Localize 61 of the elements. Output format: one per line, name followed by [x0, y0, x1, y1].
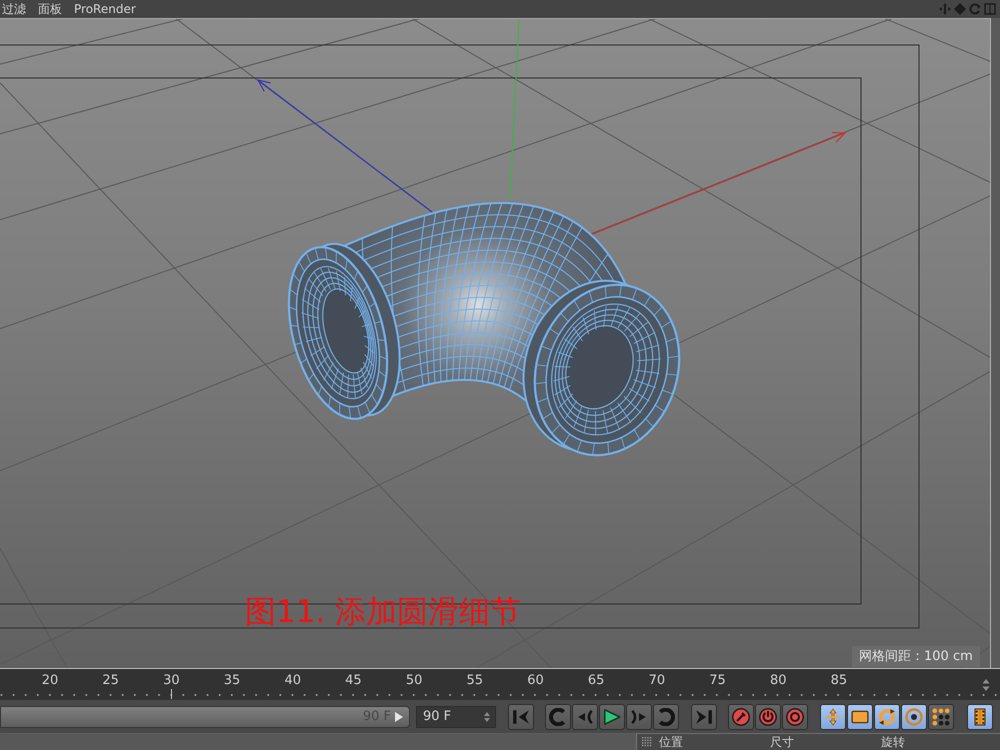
scale-key-toggle[interactable] [847, 704, 873, 730]
play-button[interactable] [599, 704, 625, 730]
frame-number: 55 [466, 673, 484, 689]
figure-caption: 图11. 添加圆滑细节 [245, 594, 522, 630]
frame-number: 30 [163, 673, 180, 689]
previous-key-button[interactable] [545, 704, 571, 730]
menu-item[interactable]: ProRender [74, 1, 136, 17]
target-icon [786, 708, 804, 726]
frame-number: 75 [709, 673, 726, 689]
go-to-end-button[interactable] [691, 704, 717, 730]
next-frame-button[interactable] [626, 704, 652, 730]
power-icon [759, 708, 777, 726]
next-key-button[interactable] [653, 704, 679, 730]
column-header: 尺寸 [770, 734, 795, 750]
frame-number: 60 [527, 673, 544, 689]
dots-grid-icon[interactable] [642, 737, 652, 747]
step-forward-icon [630, 708, 648, 726]
parameter-key-toggle[interactable] [901, 704, 927, 730]
frame-number: 70 [648, 673, 666, 689]
spinner-arrows-icon[interactable] [982, 678, 990, 690]
playhead-line[interactable] [170, 689, 172, 699]
3d-viewport[interactable]: 图11. 添加圆滑细节 网格间距：100 cm [0, 18, 990, 668]
next-key-icon [657, 708, 675, 726]
dots-grid-icon [932, 708, 950, 726]
frame-number: 35 [224, 673, 240, 689]
frame-number: 85 [830, 673, 848, 689]
skip-end-icon [695, 708, 713, 726]
previous-key-icon [549, 708, 567, 726]
grid-spacing-label: 网格间距：100 cm [852, 646, 980, 667]
key-icon [732, 708, 750, 726]
rotate-icon [878, 708, 896, 726]
go-to-start-button[interactable] [508, 704, 534, 730]
step-back-icon [576, 708, 594, 726]
keyframe-selection-button[interactable] [782, 704, 808, 730]
column-header: 位置 [659, 734, 684, 750]
end-frame-field[interactable]: 90 F [416, 706, 496, 728]
frame-number: 80 [770, 673, 786, 689]
point-level-toggle[interactable] [928, 704, 954, 730]
column-header: 旋转 [881, 734, 906, 750]
record-key-button[interactable] [728, 704, 754, 730]
menu-item[interactable]: 过滤 [2, 1, 26, 17]
rotate-key-toggle[interactable] [874, 704, 900, 730]
timeline-view-button[interactable] [967, 704, 993, 730]
ring-dot-icon [905, 708, 923, 726]
frame-number: 40 [284, 673, 301, 689]
timeline-ruler[interactable]: 20 25 30 35 40 45 50 55 60 65 70 75 80 85 [0, 668, 1000, 700]
frame-number: 20 [42, 673, 58, 689]
frame-number: 65 [588, 673, 604, 689]
autokey-button[interactable] [755, 704, 781, 730]
spinner-arrows-icon[interactable] [483, 712, 491, 722]
frame-number: 25 [102, 673, 119, 689]
move-arrows-icon [824, 708, 842, 726]
move-key-toggle[interactable] [820, 704, 846, 730]
triangle-icon[interactable] [395, 712, 403, 722]
frame-number: 50 [406, 673, 422, 689]
frame-number: 45 [345, 673, 362, 689]
skip-start-icon [512, 708, 530, 726]
play-icon [603, 708, 621, 726]
rectangle-icon [851, 708, 869, 726]
menu-item[interactable]: 面板 [38, 1, 62, 17]
previous-frame-button[interactable] [572, 704, 598, 730]
